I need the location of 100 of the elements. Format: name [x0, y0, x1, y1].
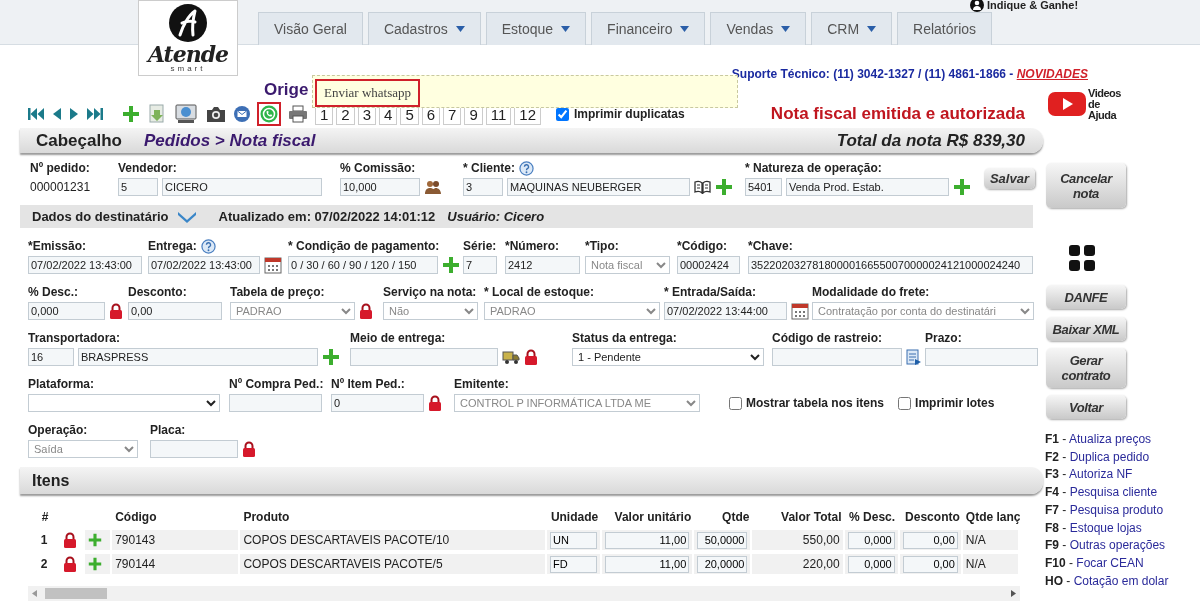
- people-icon[interactable]: [424, 179, 442, 195]
- grid-icon[interactable]: [1069, 245, 1095, 271]
- news-link[interactable]: NOVIDADES: [1016, 67, 1088, 81]
- input-field[interactable]: BRASPRESS: [78, 348, 318, 366]
- input-field[interactable]: 0,00: [902, 555, 958, 573]
- shortcut-link[interactable]: Autoriza NF: [1069, 467, 1133, 482]
- shortcut-link[interactable]: Estoque lojas: [1069, 520, 1142, 535]
- padlock-icon[interactable]: [524, 349, 538, 365]
- nav-tab[interactable]: Estoque: [485, 12, 587, 45]
- last-page-icon[interactable]: [86, 108, 103, 120]
- referral-link[interactable]: Indique & Ganhe!: [987, 0, 1079, 14]
- calendar-icon[interactable]: [791, 302, 809, 320]
- input-field[interactable]: 20,0000: [697, 555, 748, 573]
- help-icon[interactable]: [200, 238, 216, 254]
- logo[interactable]: Atende smart: [138, 0, 238, 76]
- select-field[interactable]: 1 - Pendente: [572, 348, 764, 366]
- nav-tab[interactable]: Visão Geral: [258, 12, 363, 45]
- input-field[interactable]: 0: [331, 394, 424, 412]
- next-icon[interactable]: [69, 108, 79, 120]
- input-field[interactable]: FD: [550, 555, 598, 573]
- input-field[interactable]: 35220203278180000166550070000024121000024240: [748, 256, 1033, 274]
- mail-icon[interactable]: [234, 106, 250, 122]
- scroll-left-icon[interactable]: [32, 590, 37, 597]
- checkbox[interactable]: [729, 396, 742, 410]
- video-play-icon[interactable]: [1048, 90, 1086, 118]
- padlock-icon[interactable]: [428, 395, 442, 411]
- input-field[interactable]: 50,0000: [697, 531, 748, 549]
- nav-tab[interactable]: Cadastros: [367, 12, 481, 45]
- input-field[interactable]: 10,000: [340, 178, 420, 196]
- nav-tab[interactable]: Financeiro: [591, 12, 706, 45]
- input-field[interactable]: 07/02/2022 13:43:00: [28, 256, 142, 274]
- padlock-icon[interactable]: [359, 303, 373, 319]
- input-field[interactable]: CICERO: [162, 178, 322, 196]
- input-field[interactable]: 0,00: [902, 531, 958, 549]
- input-field[interactable]: Venda Prod. Estab.: [786, 178, 949, 196]
- shortcut-link[interactable]: Pesquisa cliente: [1069, 485, 1158, 500]
- add-icon[interactable]: [442, 256, 460, 274]
- camera-icon[interactable]: [205, 105, 227, 123]
- input-field[interactable]: 11,00: [605, 555, 690, 573]
- previous-icon[interactable]: [52, 108, 62, 120]
- nav-tab[interactable]: CRM: [811, 12, 893, 45]
- shortcut-link[interactable]: Duplica pedido: [1069, 449, 1150, 464]
- monitor-icon[interactable]: [174, 104, 198, 124]
- action-button[interactable]: Cancelar nota: [1046, 163, 1126, 208]
- save-button[interactable]: Salvar: [983, 167, 1035, 189]
- add-icon[interactable]: [88, 557, 103, 571]
- input-field[interactable]: 00002424: [677, 256, 740, 274]
- nav-tab[interactable]: Relatórios: [897, 12, 993, 45]
- input-field[interactable]: MAQUINAS NEUBERGER: [507, 178, 690, 196]
- video-help-text[interactable]: Videos: [1088, 87, 1128, 99]
- input-field[interactable]: 16: [28, 348, 74, 366]
- nav-tab[interactable]: Vendas: [710, 12, 807, 45]
- action-button[interactable]: Voltar: [1046, 395, 1126, 419]
- person-icon[interactable]: [970, 0, 984, 13]
- select-field[interactable]: [28, 394, 220, 412]
- add-icon[interactable]: [322, 348, 340, 366]
- calendar-icon[interactable]: [264, 256, 282, 274]
- add-icon[interactable]: [953, 178, 971, 196]
- padlock-icon[interactable]: [63, 532, 78, 548]
- input-field[interactable]: [925, 348, 1038, 366]
- printer-icon[interactable]: [288, 105, 308, 123]
- input-field[interactable]: [772, 348, 902, 366]
- scroll-right-icon[interactable]: [1011, 590, 1016, 597]
- checkbox[interactable]: [556, 107, 569, 121]
- input-field[interactable]: 5401: [745, 178, 782, 196]
- input-field[interactable]: [229, 394, 322, 412]
- input-field[interactable]: 0,000: [847, 531, 895, 549]
- input-field[interactable]: 7: [463, 256, 497, 274]
- input-field[interactable]: 11,00: [605, 531, 690, 549]
- horizontal-scrollbar[interactable]: [28, 586, 1020, 601]
- help-icon[interactable]: [519, 160, 534, 176]
- shortcut-link[interactable]: Cotação em dolar: [1073, 573, 1169, 588]
- input-field[interactable]: 07/02/2022 13:43:00: [148, 256, 260, 274]
- input-field[interactable]: 3: [463, 178, 503, 196]
- input-field[interactable]: 0 / 30 / 60 / 90 / 120 / 150: [288, 256, 438, 274]
- chevron-down-icon[interactable]: [176, 210, 197, 223]
- shortcut-link[interactable]: Focar CEAN: [1076, 555, 1144, 570]
- input-field[interactable]: 5: [118, 178, 158, 196]
- video-help-text[interactable]: de Ajuda: [1088, 98, 1128, 121]
- book-icon[interactable]: [694, 180, 711, 194]
- padlock-icon[interactable]: [242, 441, 256, 457]
- input-field[interactable]: UN: [550, 531, 598, 549]
- input-field[interactable]: 0,00: [128, 302, 222, 320]
- checkbox[interactable]: [898, 396, 912, 410]
- shortcut-link[interactable]: Outras operações: [1069, 538, 1166, 553]
- padlock-icon[interactable]: [63, 556, 78, 572]
- padlock-icon[interactable]: [109, 303, 123, 319]
- shortcut-link[interactable]: Atualiza preços: [1069, 432, 1152, 446]
- action-button[interactable]: Baixar XML: [1046, 317, 1126, 341]
- input-field[interactable]: 2412: [505, 256, 580, 274]
- add-icon[interactable]: [122, 105, 140, 123]
- scrollbar-thumb[interactable]: [45, 588, 107, 599]
- shortcut-link[interactable]: Pesquisa produto: [1069, 502, 1164, 517]
- input-field[interactable]: 07/02/2022 13:44:00: [664, 302, 787, 320]
- notepad-icon[interactable]: [906, 348, 922, 366]
- input-field[interactable]: [350, 348, 498, 366]
- input-field[interactable]: 0,000: [28, 302, 105, 320]
- action-button[interactable]: Gerar contrato: [1046, 348, 1126, 388]
- first-page-icon[interactable]: [28, 108, 45, 120]
- add-icon[interactable]: [88, 533, 103, 547]
